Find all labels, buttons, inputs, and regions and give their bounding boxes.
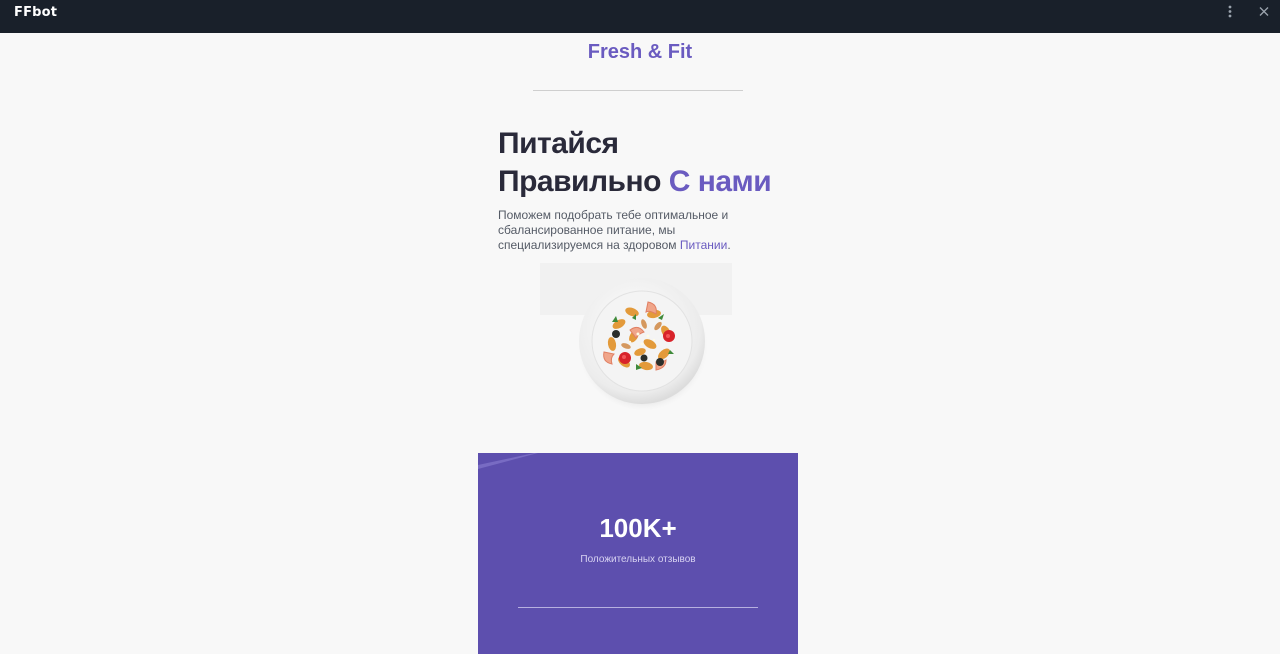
hero-description-link[interactable]: Питании xyxy=(680,238,727,252)
hero-title-line2-main: Правильно xyxy=(498,165,661,198)
stats-card: 100K+ Положительных отзывов xyxy=(478,453,798,654)
close-icon xyxy=(1259,7,1269,16)
stats-label: Положительных отзывов xyxy=(580,554,696,565)
hero-title-accent: С нами xyxy=(668,165,772,198)
header-divider xyxy=(533,90,743,91)
menu-button[interactable] xyxy=(1220,4,1240,20)
hero-title: Питайся Правильно С нами xyxy=(498,125,772,201)
hero-title-line2: Правильно С нами xyxy=(498,163,772,201)
hero-description: Поможем подобрать тебе оптимальное и сба… xyxy=(498,208,748,253)
page-content: Fresh & Fit Питайся Правильно С нами Пом… xyxy=(0,33,1280,654)
hero-description-end: . xyxy=(727,238,731,252)
vertical-dots-icon xyxy=(1228,5,1232,18)
brand-logo-text[interactable]: Fresh & Fit xyxy=(0,41,1280,64)
stats-value: 100K+ xyxy=(599,513,677,543)
hero-title-line1: Питайся xyxy=(498,127,619,160)
window-title: FFbot xyxy=(14,5,58,20)
card-shine-decoration xyxy=(478,453,538,469)
food-plate-image xyxy=(574,274,710,410)
window-titlebar: FFbot xyxy=(0,0,1280,33)
stats-divider xyxy=(518,607,758,608)
close-button[interactable] xyxy=(1254,4,1274,20)
